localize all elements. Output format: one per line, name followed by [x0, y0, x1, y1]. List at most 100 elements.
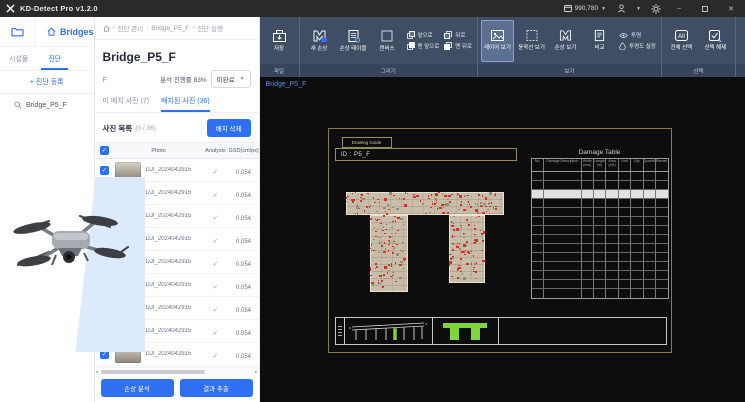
select-all-button[interactable]: All 전체 선택 [665, 20, 698, 62]
maximize-button[interactable] [697, 2, 713, 15]
canvas-tab[interactable]: Bridge_P5_F [266, 81, 307, 88]
photo-filename: DJI_2024042915 [146, 213, 200, 219]
layer-view-button[interactable]: 레이어 보기 [481, 20, 514, 62]
delete-placement-button[interactable]: 배치 삭제 [207, 119, 251, 137]
compare-button[interactable]: 비교 [583, 20, 616, 62]
column-photo: Photo [115, 148, 203, 154]
app-window: KD-Detect Pro v1.2.0 990,780 ▼ ▼ [0, 0, 745, 402]
photo-filename: DJI_2024042915 [146, 305, 200, 311]
pier-cap-beam [346, 192, 504, 215]
chevron-down-icon[interactable]: ▼ [636, 6, 641, 12]
breadcrumb-item[interactable]: 진단 관리 [118, 23, 144, 33]
app-title: KD-Detect Pro v1.2.0 [20, 4, 98, 13]
pier-shape-icon [440, 320, 490, 342]
horizontal-scrollbar[interactable]: ◂ ▸ [95, 367, 259, 375]
register-diagnosis-button[interactable]: + 진단 등록 [0, 71, 94, 94]
bridge-elevation-thumbnail[interactable] [345, 318, 433, 344]
gsd-value: 0.054 [236, 170, 251, 176]
row-checkbox[interactable]: ✓ [100, 166, 109, 175]
ribbon-group-draw: 새 손상 손상 테이블 [300, 17, 479, 77]
gsd-value: 0.054 [236, 285, 251, 291]
canvas-button[interactable]: 캔버스 [371, 20, 404, 62]
extract-results-button[interactable]: 결과 추출 [180, 379, 253, 397]
breadcrumb-item[interactable]: Bridge_P5_F [151, 25, 189, 32]
breadcrumb: › 진단 관리 › Bridge_P5_F › 진단 실행 [95, 17, 259, 40]
pier-left-column [370, 215, 408, 292]
send-backward-button[interactable]: 뒤로 [444, 31, 472, 39]
sidebar-tab-diagnosis[interactable]: 진단 [45, 54, 64, 70]
deselect-button[interactable]: 선택 해제 [699, 20, 732, 62]
new-damage-icon [312, 29, 327, 43]
analysis-check-icon: ✓ [213, 261, 219, 268]
minimize-button[interactable]: – [671, 2, 687, 15]
scroll-right-icon[interactable]: ▸ [255, 369, 258, 375]
chevron-down-icon: ▼ [601, 6, 606, 12]
ribbon-group-view: 레이어 보기 윤곽선 보기 손상 보기 [478, 17, 662, 77]
diagnosis-list-item[interactable]: Bridge_P5_F [0, 94, 94, 116]
status-dropdown[interactable]: 미완료 ▼ [211, 70, 251, 88]
chevron-down-icon: ▼ [240, 76, 245, 82]
sidebar-tab-facility[interactable]: 시설물 [6, 54, 31, 70]
delete-button[interactable]: 삭제 [739, 20, 745, 62]
gsd-value: 0.054 [236, 308, 251, 314]
gear-icon[interactable] [651, 4, 661, 14]
photo-thumbnail[interactable] [115, 162, 141, 179]
close-button[interactable]: ✕ [723, 2, 739, 15]
breadcrumb-item[interactable]: 진단 실행 [197, 23, 223, 33]
analysis-check-icon: ✓ [213, 330, 219, 337]
analysis-check-icon: ✓ [213, 192, 219, 199]
opacity-setting-button[interactable]: 투명도 설정 [619, 42, 656, 50]
user-icon[interactable] [616, 4, 626, 14]
scrollbar-thumb[interactable] [101, 370, 205, 374]
send-to-back-button[interactable]: 맨 뒤로 [444, 42, 472, 50]
photo-list-count: (0 / 36) [135, 125, 156, 132]
credit-card-icon [564, 5, 572, 12]
drone-illustration [0, 177, 145, 352]
pier-orthophoto[interactable] [346, 192, 506, 294]
bring-forward-icon [407, 31, 415, 39]
credit-counter[interactable]: 990,780 ▼ [564, 5, 606, 12]
tab-placed-photos[interactable]: 배치된 사진 (36) [161, 96, 210, 112]
new-damage-button[interactable]: 새 손상 [303, 20, 336, 62]
damage-view-button[interactable]: 손상 보기 [549, 20, 582, 62]
gsd-value: 0.054 [236, 216, 251, 222]
outline-view-button[interactable]: 윤곽선 보기 [515, 20, 548, 62]
ribbon-group-select: All 전체 선택 선택 해제 [662, 17, 736, 77]
outline-view-icon [525, 29, 539, 42]
sidebar: Bridges 시설물 진단 + 진단 등록 Bridge_P5_F [0, 17, 95, 402]
home-icon [47, 27, 56, 36]
transparency-toggle[interactable]: 투명 [619, 31, 656, 39]
bring-to-front-button[interactable]: 맨 앞으로 [407, 42, 440, 50]
damage-table-header: NoDamage DescriptionWidth (mm)Length (m)… [532, 159, 668, 172]
damage-analysis-button[interactable]: 손상 분석 [101, 379, 174, 397]
svg-text:All: All [678, 34, 685, 40]
analysis-check-icon: ✓ [213, 238, 219, 245]
pier-type-thumbnail[interactable] [433, 318, 499, 344]
pier-right-column [449, 215, 485, 283]
bring-to-front-icon [407, 42, 415, 50]
drawing-canvas[interactable]: Bridge_P5_F Drawing Guide ID : P5_F Dama… [260, 77, 745, 402]
home-icon[interactable] [103, 25, 110, 32]
photo-filename: DJI_2024042915 [146, 282, 200, 288]
compare-icon [593, 29, 606, 42]
bring-forward-button[interactable]: 앞으로 [407, 31, 440, 39]
tab-unplaced-photos[interactable]: 미 배치 사진 (7) [103, 96, 150, 112]
photo-list-title: 사진 목록 [103, 123, 133, 134]
workspace: 저장 파일 새 손상 [260, 17, 745, 402]
photo-filename: DJI_2024042915 [146, 328, 200, 334]
scroll-left-icon[interactable]: ◂ [96, 369, 99, 375]
damage-table-button[interactable]: 손상 테이블 [337, 20, 370, 62]
select-all-checkbox[interactable]: ✓ [100, 146, 109, 155]
sidebar-title: Bridges [47, 27, 94, 37]
drone-image [2, 195, 137, 325]
photo-filename: DJI_2024042915 [146, 236, 200, 242]
photo-filename: DJI_2024042915 [146, 351, 200, 357]
save-button[interactable]: 저장 [263, 20, 296, 62]
folder-icon[interactable] [11, 26, 24, 37]
sheet-id-box: ID : P5_F [335, 148, 517, 161]
send-to-back-icon [444, 42, 452, 50]
damage-view-icon [558, 29, 573, 42]
layer-view-icon [490, 29, 505, 42]
gsd-value: 0.054 [236, 239, 251, 245]
analysis-progress-label: 분석 진행률 83% [160, 74, 207, 84]
